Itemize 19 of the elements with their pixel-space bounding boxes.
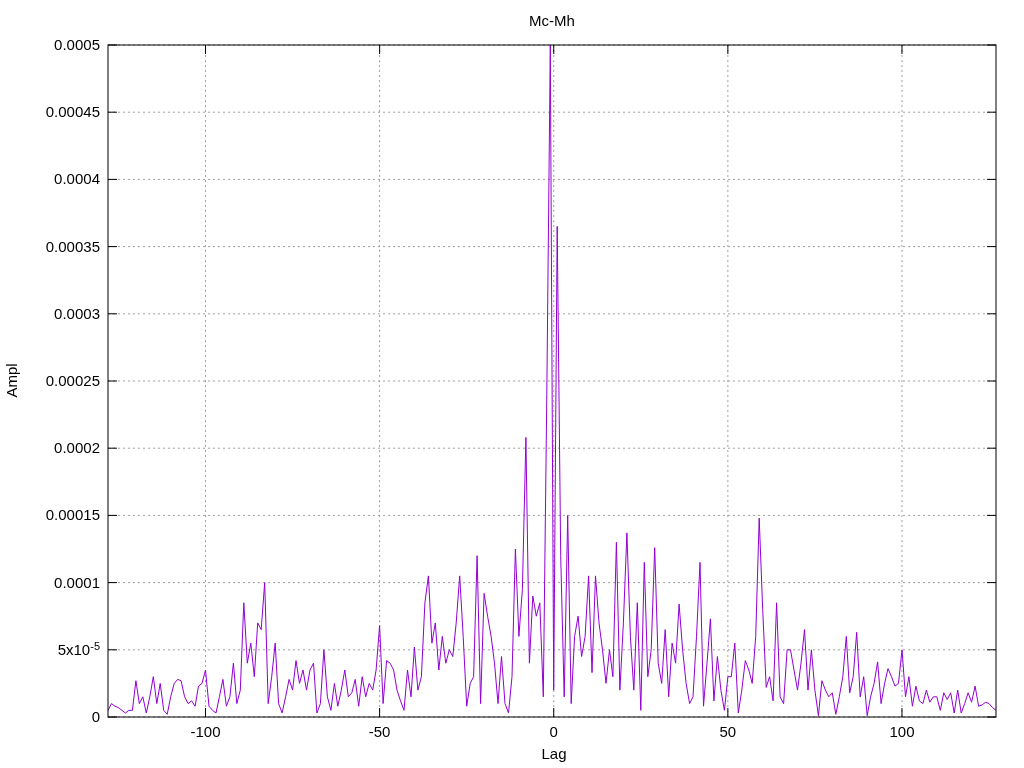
x-tick-label: 0 [548,723,559,740]
chart-title: Mc-Mh [528,12,576,29]
y-tick-label: 0.00035 [45,237,100,256]
x-tick-label: 100 [888,723,916,740]
y-tick-label: 0.0002 [54,439,100,458]
y-tick-label: 0.00025 [45,372,100,390]
x-tick-label: -50 [367,723,392,740]
x-axis-label: Lag [540,745,568,762]
y-tick-label: 5x10$^{-5}$ [57,640,100,659]
x-tick-label: 50 [718,723,738,740]
y-tick-label: 0.0003 [54,304,100,323]
x-tick-label: -100 [189,723,222,740]
y-axis-label: Ampl [2,363,20,398]
y-tick-label: 0 [91,708,100,726]
y-tick-label: 0.0001 [54,573,100,592]
y-tick-label: 0.00045 [45,103,100,122]
y-tick-label: 0.00015 [45,506,100,525]
y-tick-label: 0.0005 [54,36,100,54]
y-tick-label: 0.0004 [54,170,100,189]
